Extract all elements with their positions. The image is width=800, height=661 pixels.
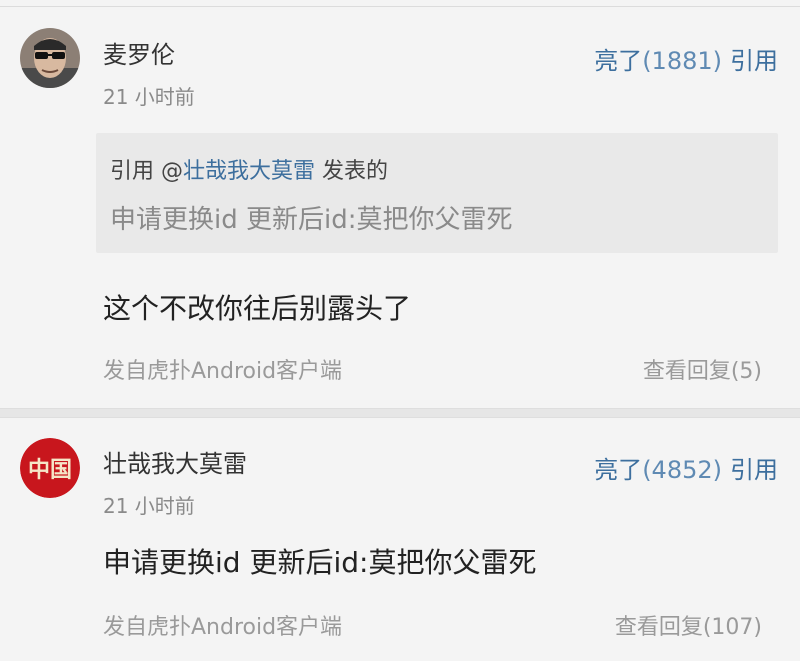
quote-header: 引用 @壮哉我大莫雷 发表的	[110, 153, 388, 185]
like-label: 亮了	[594, 456, 643, 484]
comment-item: 麦罗伦 21 小时前 亮了(1881) 引用 引用 @壮哉我大莫雷 发表的 申请更…	[0, 7, 800, 408]
like-label: 亮了	[594, 47, 643, 75]
view-replies-button[interactable]: 查看回复(107)	[615, 609, 762, 641]
china-logo-icon: 中国	[20, 438, 80, 498]
top-border	[0, 0, 800, 7]
timestamp: 21 小时前	[103, 85, 195, 109]
avatar[interactable]: 中国	[20, 438, 80, 498]
like-count: (1881)	[642, 47, 722, 75]
timestamp: 21 小时前	[103, 494, 195, 518]
view-replies-button[interactable]: 查看回复(5)	[643, 353, 762, 385]
post-source: 发自虎扑Android客户端	[103, 615, 343, 640]
comment-actions: 亮了(1881) 引用	[594, 41, 778, 76]
comment-actions: 亮了(4852) 引用	[594, 450, 778, 485]
user-avatar-icon	[20, 28, 80, 88]
username[interactable]: 麦罗伦	[103, 35, 175, 70]
comment-item: 中国 壮哉我大莫雷 21 小时前 亮了(4852) 引用 申请更换id 更新后id…	[0, 418, 800, 661]
username[interactable]: 壮哉我大莫雷	[103, 444, 247, 479]
comment-divider	[0, 408, 800, 418]
quote-button[interactable]: 引用	[730, 456, 778, 484]
like-button[interactable]: 亮了(1881)	[594, 47, 722, 75]
quoted-username[interactable]: 壮哉我大莫雷	[183, 159, 315, 184]
comment-content: 这个不改你往后别露头了	[103, 292, 412, 325]
avatar[interactable]	[20, 28, 80, 88]
quoted-comment[interactable]: 引用 @壮哉我大莫雷 发表的 申请更换id 更新后id:莫把你父雷死	[96, 133, 778, 253]
avatar-lettering: 中国	[28, 457, 72, 483]
comment-content: 申请更换id 更新后id:莫把你父雷死	[103, 546, 537, 579]
quote-button[interactable]: 引用	[730, 47, 778, 75]
quoted-text: 申请更换id 更新后id:莫把你父雷死	[110, 205, 513, 235]
like-button[interactable]: 亮了(4852)	[594, 456, 722, 484]
quote-prefix: 引用 @	[110, 159, 183, 184]
post-source: 发自虎扑Android客户端	[103, 359, 343, 384]
like-count: (4852)	[642, 456, 722, 484]
quote-suffix: 发表的	[315, 159, 389, 184]
